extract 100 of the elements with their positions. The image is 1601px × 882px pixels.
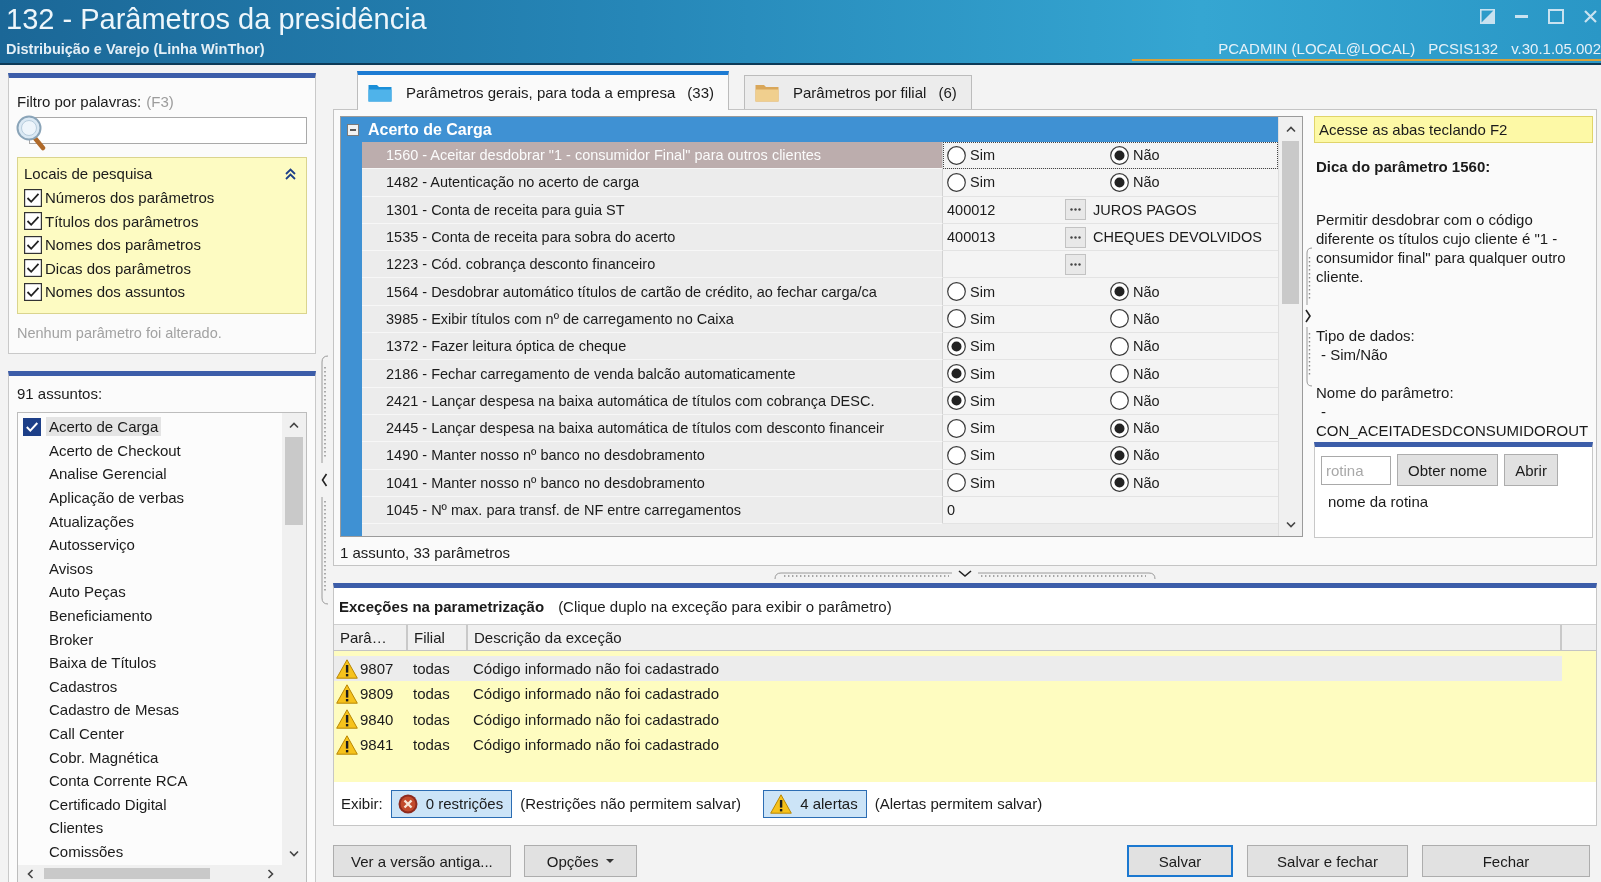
radio-option[interactable]: Sim	[947, 391, 1110, 411]
radio-icon[interactable]	[947, 282, 966, 302]
menu-button[interactable]: Opções	[523, 845, 638, 877]
subject-item[interactable]: Analise Gerencial	[18, 462, 282, 486]
horizontal-scrollbar[interactable]	[18, 865, 306, 882]
scrollbar-thumb[interactable]	[1282, 141, 1299, 304]
checkbox-icon[interactable]	[24, 235, 42, 254]
lookup-button[interactable]	[1065, 226, 1086, 248]
action-button[interactable]: Salvar e fechar	[1247, 845, 1408, 877]
radio-icon[interactable]	[1110, 391, 1129, 411]
radio-option[interactable]: Não	[1110, 445, 1160, 465]
radio-option[interactable]: Não	[1110, 172, 1160, 192]
action-button[interactable]: Ver a versão antiga...	[333, 845, 511, 877]
chevron-down-icon[interactable]	[1285, 520, 1296, 528]
tab[interactable]: Parâmetros por filial (6)	[744, 75, 972, 109]
radio-option[interactable]: Sim	[947, 172, 1110, 192]
value-text[interactable]: 0	[947, 502, 1065, 518]
splitter-handle[interactable]	[320, 355, 329, 605]
filter-toggle[interactable]: 4 alertas	[763, 789, 867, 818]
subject-item[interactable]: Beneficiamento	[18, 603, 282, 628]
filter-toggle[interactable]: 0 restrições	[390, 789, 513, 818]
radio-option[interactable]: Não	[1110, 282, 1160, 302]
vertical-scrollbar[interactable]	[1278, 117, 1302, 536]
radio-icon[interactable]	[947, 418, 966, 438]
radio-icon[interactable]	[947, 172, 966, 192]
chevron-right-icon[interactable]	[266, 868, 274, 879]
radio-option[interactable]: Sim	[947, 336, 1110, 356]
subject-item[interactable]: Atualizações	[18, 509, 282, 533]
parameter-name-cell[interactable]: 1372 - Fazer leitura óptica de cheque	[362, 333, 943, 361]
collapse-icon[interactable]	[285, 167, 296, 180]
radio-icon[interactable]	[1110, 364, 1129, 383]
radio-option[interactable]: Sim	[947, 473, 1110, 493]
action-button[interactable]: Fechar	[1422, 845, 1590, 877]
routine-input[interactable]: rotina	[1321, 455, 1391, 485]
radio-icon[interactable]	[947, 309, 966, 329]
parameter-name-cell[interactable]: 1490 - Manter nosso nº banco no desdobramento	[362, 442, 943, 470]
lookup-button[interactable]	[1065, 199, 1086, 221]
parameter-cell[interactable]: 9840	[334, 706, 408, 732]
parameter-name-cell[interactable]: 2421 - Lançar despesa na baixa automática de títulos com cobrança DESC.	[362, 387, 943, 415]
radio-option[interactable]: Sim	[947, 282, 1110, 302]
tab[interactable]: Parâmetros gerais, para toda a empresa (33)	[357, 71, 729, 110]
action-button[interactable]: Salvar	[1127, 845, 1233, 877]
splitter-handle[interactable]	[774, 569, 1156, 580]
chevron-down-icon[interactable]	[289, 849, 299, 857]
chevron-up-icon[interactable]	[289, 421, 299, 429]
splitter-handle[interactable]	[1304, 246, 1313, 387]
radio-icon[interactable]	[1110, 445, 1129, 465]
parameter-name-cell[interactable]: 1482 - Autenticação no acerto de carga	[362, 169, 943, 197]
radio-option[interactable]: Sim	[947, 364, 1110, 383]
radio-icon[interactable]	[947, 145, 966, 165]
radio-option[interactable]: Não	[1110, 364, 1160, 383]
routine-button[interactable]: Obter nome	[1397, 454, 1499, 486]
radio-icon[interactable]	[947, 473, 966, 493]
parameter-cell[interactable]: 9807	[334, 656, 408, 682]
radio-option[interactable]: Não	[1110, 391, 1160, 411]
subject-item[interactable]: Cadastros	[18, 674, 282, 699]
checkbox-option[interactable]: Títulos dos parâmetros	[24, 209, 300, 233]
subject-item[interactable]: Autosserviço	[18, 532, 282, 557]
subject-item[interactable]: Baixa de Títulos	[18, 650, 282, 675]
checkbox-option[interactable]: Números dos parâmetros	[24, 186, 300, 210]
subject-item[interactable]: Cadastro de Mesas	[18, 698, 282, 722]
subject-item[interactable]: Broker	[18, 627, 282, 651]
chevron-up-icon[interactable]	[1285, 125, 1296, 133]
scrollbar-thumb[interactable]	[44, 868, 210, 879]
radio-icon[interactable]	[947, 445, 966, 465]
radio-option[interactable]: Não	[1110, 145, 1160, 165]
radio-icon[interactable]	[1110, 172, 1129, 192]
radio-icon[interactable]	[947, 391, 966, 411]
scrollbar-thumb[interactable]	[285, 437, 303, 525]
checkbox-icon[interactable]	[24, 259, 42, 278]
radio-option[interactable]: Sim	[947, 145, 1110, 165]
subject-item[interactable]: Conta Corrente RCA	[18, 768, 282, 793]
checkbox-icon[interactable]	[24, 188, 42, 207]
radio-option[interactable]: Sim	[947, 418, 1110, 438]
lookup-button[interactable]	[1065, 253, 1086, 275]
radio-icon[interactable]	[947, 364, 966, 383]
subject-item[interactable]: Acerto de Carga	[18, 415, 282, 439]
radio-option[interactable]: Não	[1110, 336, 1160, 356]
subject-item[interactable]: Aplicação de verbas	[18, 485, 282, 510]
search-field[interactable]	[29, 117, 307, 144]
parameter-name-cell[interactable]: 1564 - Desdobrar automático títulos de cartão de crédito, ao fechar carga/ca	[362, 278, 943, 306]
subject-item[interactable]: Clientes	[18, 816, 282, 840]
parameter-name-cell[interactable]: 1041 - Manter nosso nº banco no desdobramento	[362, 469, 943, 497]
parameter-name-cell[interactable]: 1301 - Conta de receita para guia ST	[362, 196, 943, 224]
radio-icon[interactable]	[1110, 336, 1129, 356]
checkbox-option[interactable]: Dicas dos parâmetros	[24, 256, 300, 280]
radio-option[interactable]: Sim	[947, 445, 1110, 465]
radio-option[interactable]: Não	[1110, 473, 1160, 493]
checkbox-option[interactable]: Nomes dos assuntos	[24, 280, 300, 304]
radio-icon[interactable]	[1110, 309, 1129, 329]
code-value[interactable]: 400012	[947, 201, 1065, 218]
parameter-name-cell[interactable]: 1223 - Cód. cobrança desconto financeiro	[362, 251, 943, 279]
subject-item[interactable]: Cobr. Magnética	[18, 745, 282, 769]
radio-option[interactable]: Sim	[947, 309, 1110, 329]
subject-item[interactable]: Certificado Digital	[18, 792, 282, 817]
radio-option[interactable]: Não	[1110, 418, 1160, 438]
parameter-cell[interactable]: 9809	[334, 681, 408, 707]
parameter-name-cell[interactable]: 1535 - Conta de receita para sobra do acerto	[362, 223, 943, 252]
chevron-left-icon[interactable]	[26, 868, 34, 879]
parameter-name-cell[interactable]: 2445 - Lançar despesa na baixa automática de títulos com desconto financeir	[362, 414, 943, 443]
